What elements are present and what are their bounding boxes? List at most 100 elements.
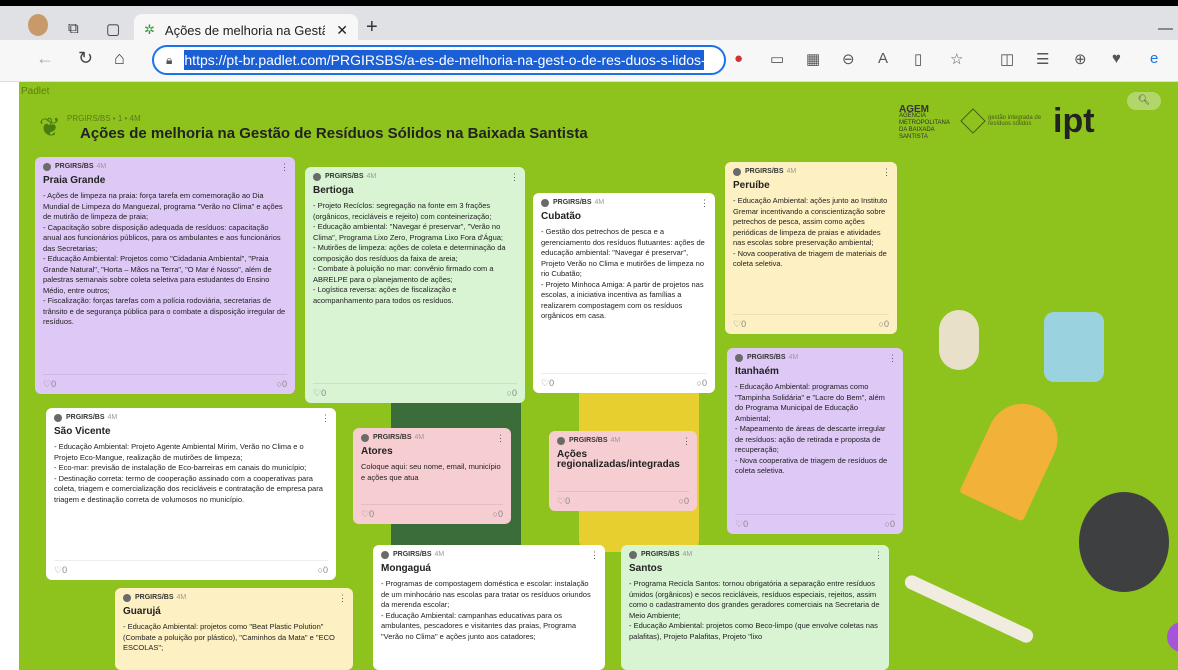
close-tab-icon[interactable]: ✕ (336, 22, 348, 39)
card-bertioga[interactable]: PRGIRS/BS 4M ⋮ Bertioga - Projeto Recíclo… (305, 167, 525, 403)
more-icon[interactable]: ⋮ (700, 198, 709, 209)
avatar (629, 551, 637, 560)
card-body: - Programas de compostagem doméstica e e… (381, 579, 591, 641)
tab-title: Ações de melhoria na Gestão de (164, 22, 325, 38)
like-icon[interactable]: ♡0 (733, 319, 746, 330)
card-author: PRGIRS/BS 4M (735, 353, 895, 364)
comment-icon[interactable]: ○0 (885, 519, 895, 530)
address-bar[interactable]: 🔒︎ https://pt-br.padlet.com/PRGIRSBS/a-e… (152, 45, 726, 75)
avatar (54, 414, 62, 423)
bag-decoration (1044, 312, 1104, 382)
favorites-icon[interactable]: ☰ (1036, 50, 1049, 68)
like-icon[interactable]: ♡0 (541, 378, 554, 389)
back-icon[interactable]: ← (36, 48, 54, 69)
card-author: PRGIRS/BS 4M (733, 167, 889, 178)
profile-avatar[interactable] (28, 14, 48, 36)
card-body: - Projeto Recíclos: segregação na fonte … (313, 201, 506, 305)
extensions-icon[interactable]: ♥ (1112, 50, 1121, 67)
more-icon[interactable]: ⋮ (882, 167, 891, 178)
card-atores[interactable]: PRGIRS/BS 4M ⋮ Atores Coloque aqui: seu n… (353, 428, 511, 524)
card-santos[interactable]: PRGIRS/BS 4M ⋮ Santos - Programa Recicla … (621, 545, 889, 670)
card-title: Praia Grande (43, 174, 106, 186)
avatar (735, 354, 743, 363)
grid-icon[interactable]: ▦ (806, 50, 820, 68)
favorite-icon[interactable]: ☆ (950, 50, 963, 68)
comment-icon[interactable]: ○0 (679, 496, 689, 507)
zoom-icon[interactable]: ⊖ (842, 50, 855, 68)
card-body: - Gestão dos petrechos de pesca e a gere… (541, 227, 705, 320)
collections-icon[interactable]: ⧉ (68, 20, 79, 37)
comment-icon[interactable]: ○0 (318, 565, 328, 576)
tracking-icon[interactable]: ● (734, 50, 743, 67)
card-peruibe[interactable]: PRGIRS/BS 4M ⋮ Peruíbe - Educação Ambient… (725, 162, 897, 334)
reader-icon[interactable]: ▯ (914, 50, 922, 68)
comment-icon[interactable]: ○0 (493, 509, 503, 520)
more-icon[interactable]: ⋮ (874, 550, 883, 561)
trash-bag-decoration (1079, 492, 1169, 592)
like-icon[interactable]: ♡0 (54, 565, 67, 576)
card-cubatao[interactable]: PRGIRS/BS 4M ⋮ Cubatão - Gestão dos petre… (533, 193, 715, 393)
more-icon[interactable]: ⋮ (280, 162, 289, 173)
page-title: Ações de melhoria na Gestão de Resíduos … (80, 125, 588, 142)
padlet-canvas: Padlet ❦ PRGIRS/BS • 1 • 4M Ações de mel… (19, 82, 1178, 670)
card-title: Itanhaém (735, 365, 779, 377)
card-author: PRGIRS/BS 4M (123, 593, 345, 604)
more-icon[interactable]: ⋮ (888, 353, 897, 364)
like-icon[interactable]: ♡0 (557, 496, 570, 507)
lock-icon[interactable]: 🔒︎ (166, 53, 172, 68)
card-title: Cubatão (541, 210, 581, 222)
refresh-icon[interactable]: ↻ (78, 48, 93, 69)
search-button[interactable]: 🔍︎ (1127, 92, 1161, 110)
like-icon[interactable]: ♡0 (361, 509, 374, 520)
read-aloud-icon[interactable]: A (878, 50, 888, 67)
card-author: PRGIRS/BS 4M (381, 550, 597, 561)
card-footer: ♡0 ○0 (361, 503, 503, 520)
comment-icon[interactable]: ○0 (507, 388, 517, 399)
more-icon[interactable]: ⋮ (682, 436, 691, 447)
card-sao-vicente[interactable]: PRGIRS/BS 4M ⋮ São Vicente - Educação Amb… (46, 408, 336, 580)
like-icon[interactable]: ♡0 (735, 519, 748, 530)
home-icon[interactable]: ⌂ (114, 48, 125, 69)
more-icon[interactable]: ⋮ (590, 550, 599, 561)
bottle-decoration (939, 310, 979, 370)
avatar (381, 551, 389, 560)
card-author: PRGIRS/BS 4M (629, 550, 881, 561)
new-tab-icon[interactable]: + (366, 16, 378, 39)
card-acoes-regionalizadas[interactable]: PRGIRS/BS 4M ⋮ Ações regionalizadas/integ… (549, 431, 697, 511)
card-mongagua[interactable]: PRGIRS/BS 4M ⋮ Mongaguá - Programas de co… (373, 545, 605, 670)
split-icon[interactable]: ◫ (1000, 50, 1014, 68)
card-body: - Educação Ambiental: ações junto ao Ins… (733, 196, 888, 268)
more-icon[interactable]: ⋮ (321, 413, 330, 424)
card-title: São Vicente (54, 425, 111, 437)
card-itanhaem[interactable]: PRGIRS/BS 4M ⋮ Itanhaém - Educação Ambien… (727, 348, 903, 534)
padlet-brand[interactable]: Padlet (21, 86, 49, 97)
card-body: - Educação Ambiental: projetos como "Bea… (123, 622, 335, 652)
collections-toolbar-icon[interactable]: ⊕ (1074, 50, 1087, 68)
card-title: Ações regionalizadas/integradas (557, 448, 680, 470)
avatar-fab[interactable] (1167, 622, 1178, 652)
app-icon[interactable]: ▭ (770, 50, 784, 68)
tab-actions-icon[interactable]: ▢ (106, 20, 120, 38)
card-body: - Educação Ambiental: Projeto Agente Amb… (54, 442, 323, 504)
card-footer: ♡0 ○0 (54, 559, 328, 576)
gestao-integrada-logo: gestão integrada de resíduos sólidos (960, 108, 1048, 134)
more-icon[interactable]: ⋮ (496, 433, 505, 444)
card-author: PRGIRS/BS 4M (313, 172, 517, 183)
more-icon[interactable]: ⋮ (338, 593, 347, 604)
avatar (313, 173, 321, 182)
avatar (123, 594, 131, 603)
more-icon[interactable]: ⋮ (510, 172, 519, 183)
minimize-icon[interactable]: — (1158, 20, 1173, 37)
comment-icon[interactable]: ○0 (697, 378, 707, 389)
url-text[interactable]: https://pt-br.padlet.com/PRGIRSBS/a-es-d… (184, 50, 705, 70)
edge-icon[interactable]: e (1150, 50, 1158, 67)
card-author: PRGIRS/BS 4M (541, 198, 707, 209)
card-guaruja[interactable]: PRGIRS/BS 4M ⋮ Guarujá - Educação Ambient… (115, 588, 353, 670)
card-praia-grande[interactable]: PRGIRS/BS 4M ⋮ Praia Grande - Ações de li… (35, 157, 295, 394)
like-icon[interactable]: ♡0 (313, 388, 326, 399)
card-author: PRGIRS/BS 4M (54, 413, 328, 424)
like-icon[interactable]: ♡0 (43, 379, 56, 390)
comment-icon[interactable]: ○0 (879, 319, 889, 330)
comment-icon[interactable]: ○0 (277, 379, 287, 390)
card-title: Mongaguá (381, 562, 431, 574)
